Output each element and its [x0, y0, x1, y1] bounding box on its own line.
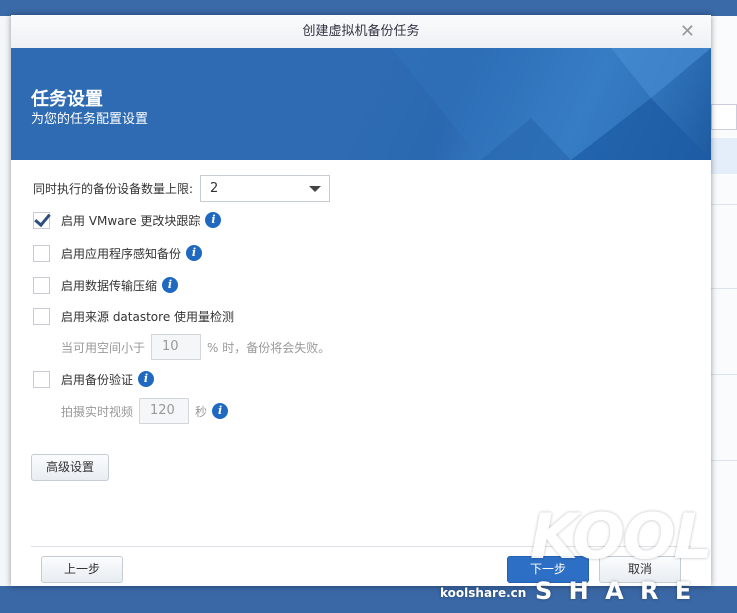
app-aware-label: 启用应用程序感知备份 [61, 246, 182, 261]
advanced-settings-button[interactable]: 高级设置 [31, 454, 109, 481]
info-icon[interactable]: i [162, 277, 179, 293]
chevron-down-icon [309, 185, 322, 192]
space-threshold-input[interactable]: 10 [151, 334, 202, 360]
space-suffix: % 时，备份将会失败。 [207, 340, 331, 355]
dialog-title: 创建虚拟机备份任务 [11, 15, 711, 48]
info-icon[interactable]: i [186, 245, 203, 261]
video-suffix: 秒 [195, 404, 208, 419]
back-button[interactable]: 上一步 [41, 556, 123, 583]
app-aware-checkbox[interactable] [33, 244, 50, 262]
watermark-site: koolshare.cn [440, 586, 527, 600]
close-icon[interactable]: ✕ [680, 21, 695, 42]
info-icon[interactable]: i [205, 212, 222, 228]
concurrent-value: 2 [210, 180, 219, 196]
background-window [711, 16, 737, 586]
space-prefix: 当可用空间小于 [61, 340, 146, 355]
watermark-share: S H A R E [535, 577, 696, 605]
compression-checkbox[interactable] [33, 276, 50, 294]
concurrent-label: 同时执行的备份设备数量上限: [33, 181, 194, 196]
banner-subtitle: 为您的任务配置设置 [31, 112, 149, 127]
banner-decoration [391, 48, 711, 160]
video-prefix: 拍摄实时视频 [61, 404, 134, 419]
desktop-taskbar [0, 0, 737, 16]
cbt-checkbox[interactable] [33, 211, 50, 229]
step-banner: 任务设置 为您的任务配置设置 [11, 48, 711, 160]
info-icon[interactable]: i [212, 403, 229, 419]
info-icon[interactable]: i [138, 371, 155, 387]
watermark-logo: KOOL [530, 500, 713, 573]
datastore-check-checkbox[interactable] [33, 307, 50, 325]
cbt-label: 启用 VMware 更改块跟踪 [61, 213, 201, 228]
concurrent-select[interactable]: 2 [200, 174, 331, 202]
video-seconds-input[interactable]: 120 [139, 398, 190, 424]
compression-label: 启用数据传输压缩 [61, 278, 158, 293]
datastore-check-label: 启用来源 datastore 使用量检测 [61, 309, 235, 324]
verify-label: 启用备份验证 [61, 372, 134, 387]
verify-checkbox[interactable] [33, 370, 50, 388]
